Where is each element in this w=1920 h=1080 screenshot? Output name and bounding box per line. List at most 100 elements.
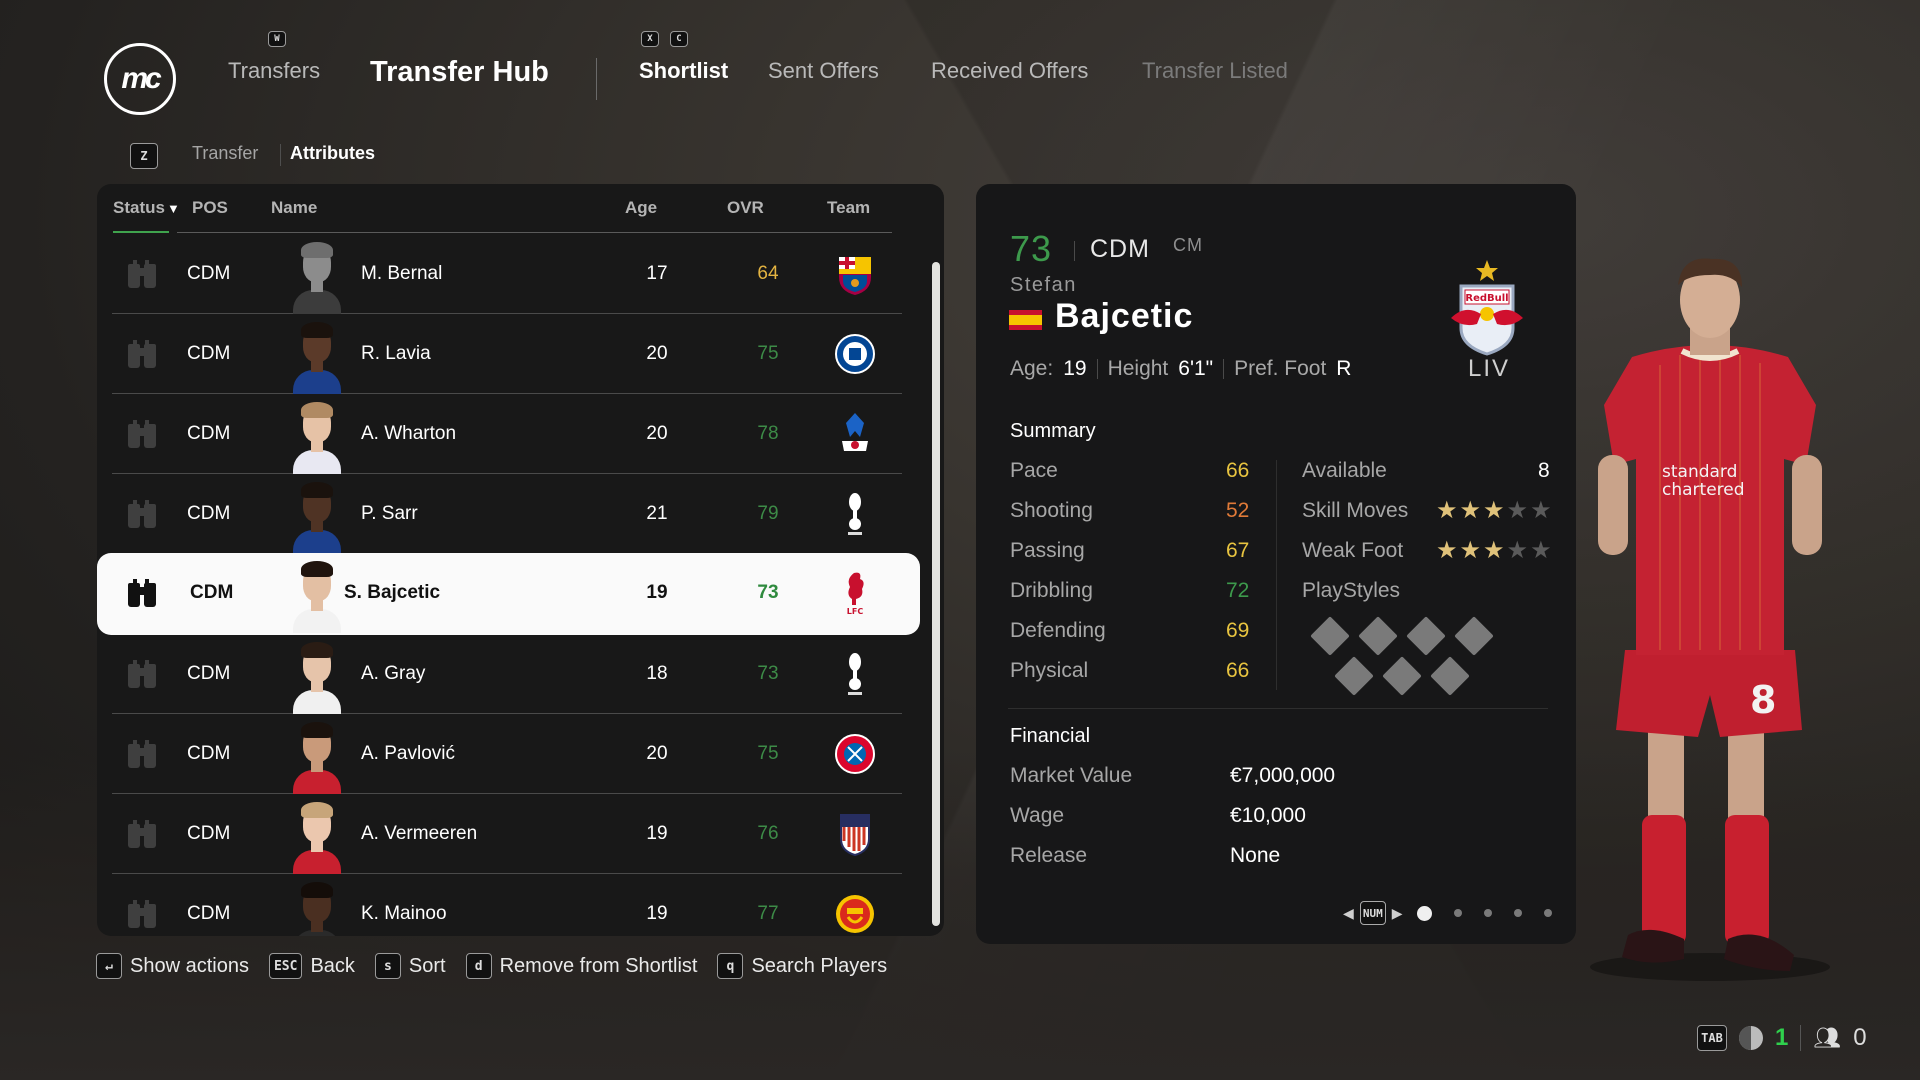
- team-crest-icon: [834, 891, 876, 936]
- financial-title: Financial: [1010, 725, 1091, 747]
- pager-dot[interactable]: [1416, 905, 1432, 921]
- subtab-transfer[interactable]: Transfer: [192, 143, 258, 164]
- stat-value: 67: [1226, 539, 1250, 562]
- column-header-team[interactable]: Team: [827, 198, 870, 218]
- team-cell: [830, 234, 880, 314]
- column-header-name[interactable]: Name: [271, 198, 317, 218]
- users-icon: 👥︎: [1813, 1025, 1842, 1050]
- hint-search-players[interactable]: q Search Players: [717, 953, 887, 979]
- position-cell: CDM: [190, 582, 234, 603]
- detail-pager: ◀ NUM ▶: [1343, 901, 1552, 925]
- table-row[interactable]: CDM K. Mainoo 19 77: [112, 874, 902, 936]
- pager-prev-icon[interactable]: ◀: [1343, 905, 1354, 922]
- pager-dots: [1409, 905, 1552, 921]
- status-cell: [122, 553, 162, 633]
- table-row[interactable]: CDM A. Vermeeren 19 76: [112, 794, 902, 874]
- player-photo: [291, 238, 343, 314]
- position-cell: CDM: [187, 743, 231, 764]
- financial-label: Wage: [1010, 804, 1065, 827]
- table-row[interactable]: CDM A. Wharton 20 78: [112, 394, 902, 474]
- financial-value: None: [1230, 844, 1281, 867]
- hint-sort[interactable]: s Sort: [374, 953, 446, 979]
- hint-back[interactable]: ESC Back: [268, 953, 355, 979]
- photo-cell: [287, 874, 347, 936]
- binoculars-icon: [126, 740, 158, 768]
- svg-text:LFC: LFC: [847, 607, 864, 616]
- star-filled-icon: ★: [1436, 537, 1458, 564]
- pager-dot[interactable]: [1513, 909, 1522, 917]
- star-filled-icon: ★: [1483, 497, 1505, 524]
- status-bar: TAB 1 👥︎ 0: [1697, 1024, 1867, 1052]
- pager-dot[interactable]: [1453, 909, 1462, 917]
- team-crest-icon: LFC: [834, 570, 876, 616]
- column-header-status[interactable]: Status ▼: [113, 198, 180, 218]
- nav-divider: [596, 58, 597, 100]
- column-header-ovr[interactable]: OVR: [727, 198, 764, 218]
- tab-key-icon[interactable]: TAB: [1697, 1025, 1727, 1051]
- table-row[interactable]: CDM R. Lavia 20 75: [112, 314, 902, 394]
- active-sort-underline: [113, 231, 169, 233]
- photo-cell: [287, 794, 347, 874]
- position-cell: CDM: [187, 263, 231, 284]
- binoculars-icon: [126, 820, 158, 848]
- skill-moves-label: Skill Moves: [1302, 499, 1409, 522]
- stat-label: Physical: [1010, 659, 1089, 682]
- star-filled-icon: ★: [1459, 537, 1482, 564]
- position-cell: CDM: [187, 343, 231, 364]
- shortlist-table: Status ▼ POS Name Age OVR Team CDM M. Ber…: [97, 184, 944, 936]
- table-row[interactable]: CDM M. Bernal 17 64: [112, 234, 902, 314]
- subtab-attributes[interactable]: Attributes: [290, 143, 375, 164]
- tab-received-offers[interactable]: Received Offers: [931, 58, 1088, 84]
- player-name-cell: K. Mainoo: [361, 903, 447, 924]
- binoculars-icon: [126, 420, 158, 448]
- position-cell: CDM: [187, 823, 231, 844]
- binoculars-icon: [126, 579, 158, 607]
- table-row[interactable]: CDM A. Gray 18 73: [112, 634, 902, 714]
- table-row[interactable]: CDM S. Bajcetic 19 73 LFC: [97, 553, 920, 635]
- table-row[interactable]: CDM P. Sarr 21 79: [112, 474, 902, 554]
- column-header-age[interactable]: Age: [625, 198, 657, 218]
- star-filled-icon: ★: [1459, 497, 1482, 524]
- tab-sent-offers[interactable]: Sent Offers: [768, 58, 879, 84]
- summary-title: Summary: [1010, 420, 1096, 442]
- s-key-icon: s: [374, 953, 401, 979]
- age-label: Age:: [1010, 357, 1054, 380]
- bio-divider: [1096, 359, 1098, 379]
- club-crest-icon: RedBull: [1451, 260, 1523, 356]
- player-name-cell: A. Vermeeren: [361, 823, 478, 844]
- nav-transfers[interactable]: Transfers: [228, 58, 320, 84]
- tab-transfer-listed[interactable]: Transfer Listed: [1142, 58, 1288, 84]
- star-empty-icon: ★: [1530, 537, 1552, 564]
- binoculars-icon: [126, 260, 158, 288]
- key-x-icon: X: [641, 31, 659, 47]
- age-cell: 21: [646, 503, 668, 524]
- foot-label: Pref. Foot: [1234, 357, 1327, 380]
- club-code: LIV: [1468, 355, 1511, 382]
- pager-dot[interactable]: [1543, 909, 1552, 917]
- ovr-divider: [1074, 241, 1075, 261]
- financial-label: Release: [1010, 844, 1088, 867]
- key-z-icon: Z: [130, 143, 158, 169]
- status-cell: [122, 794, 162, 874]
- pager-next-icon[interactable]: ▶: [1392, 905, 1403, 922]
- status-cell: [122, 474, 162, 554]
- height-value: 6'1": [1178, 357, 1214, 380]
- list-scrollbar[interactable]: [932, 262, 940, 926]
- age-cell: 20: [646, 343, 668, 364]
- table-row[interactable]: CDM A. Pavlović 20 75: [112, 714, 902, 794]
- status-cell: [122, 634, 162, 714]
- summary-column-divider: [1276, 460, 1277, 690]
- hint-show-actions[interactable]: ↵ Show actions: [96, 953, 249, 979]
- page-title: Transfer Hub: [370, 56, 549, 88]
- enter-key-icon: ↵: [96, 953, 122, 979]
- pager-dot[interactable]: [1483, 909, 1492, 917]
- column-header-pos[interactable]: POS: [192, 198, 228, 218]
- hint-remove-from-shortlist[interactable]: d Remove from Shortlist: [465, 953, 697, 979]
- status-cell: [122, 714, 162, 794]
- team-cell: [830, 474, 880, 554]
- tab-shortlist[interactable]: Shortlist: [639, 58, 728, 84]
- financial-label: Market Value: [1010, 764, 1133, 787]
- num-key-icon: NUM: [1359, 901, 1386, 925]
- stat-value: 52: [1226, 499, 1250, 522]
- age-value: 19: [1063, 357, 1087, 380]
